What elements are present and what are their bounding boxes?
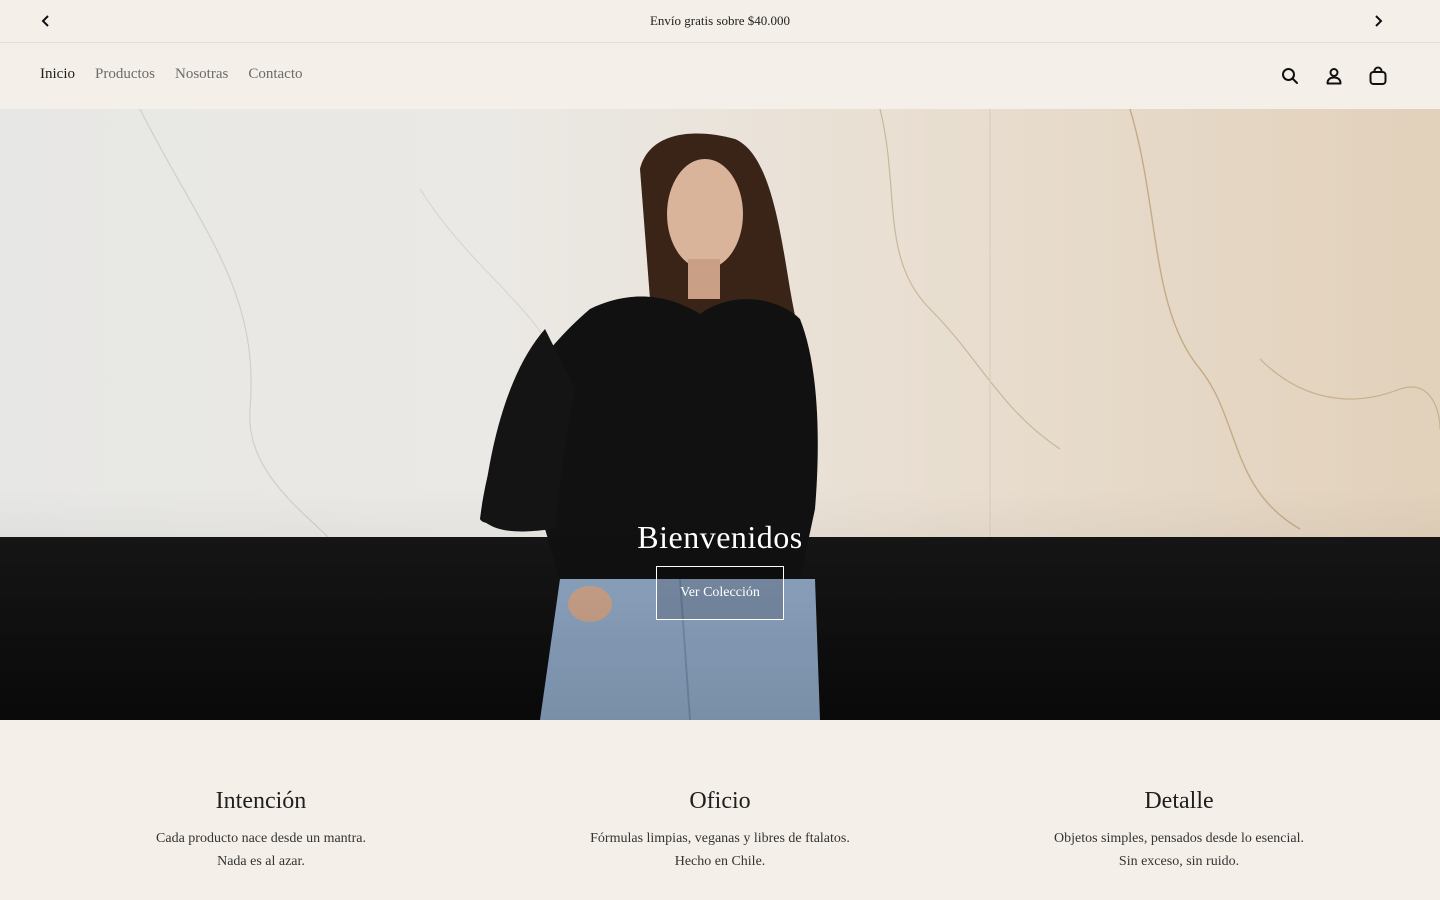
hero-banner: Bienvenidos Ver Colección [0, 109, 1440, 720]
header-icons [1278, 64, 1390, 88]
nav-item-inicio[interactable]: Inicio [40, 66, 75, 83]
chevron-left-icon [41, 15, 49, 27]
value-detalle: Detalle Objetos simples, pensados desde … [999, 788, 1359, 873]
cart-icon [1369, 66, 1387, 85]
value-line: Sin exceso, sin ruido. [1118, 854, 1240, 869]
search-icon [1282, 68, 1298, 84]
announcement-text: Envío gratis sobre $40.000 [649, 13, 791, 28]
value-title: Intención [215, 788, 307, 814]
value-oficio: Oficio Fórmulas limpias, veganas y libre… [540, 788, 900, 873]
view-collection-button[interactable]: Ver Colección [656, 566, 784, 620]
announcement-next-button[interactable] [1367, 10, 1389, 32]
value-line: Objetos simples, pensados desde lo esenc… [1053, 831, 1304, 846]
value-intencion: Intención Cada producto nace desde un ma… [81, 788, 441, 873]
announcement-prev-button[interactable] [35, 10, 57, 32]
account-button[interactable] [1322, 64, 1346, 88]
value-line: Fórmulas limpias, veganas y libres de ft… [590, 831, 850, 846]
value-line: Cada producto nace desde un mantra. [156, 831, 366, 846]
value-line: Nada es al azar. [217, 854, 305, 869]
announcement-bar: Envío gratis sobre $40.000 [0, 0, 1440, 43]
site-header: Inicio Productos Nosotras Contacto [0, 43, 1440, 109]
nav-item-productos[interactable]: Productos [95, 66, 155, 83]
chevron-right-icon [1375, 15, 1383, 27]
nav-item-contacto[interactable]: Contacto [248, 66, 302, 83]
nav-item-nosotras[interactable]: Nosotras [175, 66, 228, 83]
cart-button[interactable] [1366, 64, 1390, 88]
values-section: Intención Cada producto nace desde un ma… [0, 720, 1440, 900]
search-button[interactable] [1278, 64, 1302, 88]
value-title: Detalle [1144, 788, 1214, 814]
main-nav: Inicio Productos Nosotras Contacto [40, 66, 302, 83]
account-icon [1326, 68, 1342, 85]
value-title: Oficio [689, 788, 751, 814]
hero-title: Bienvenidos [637, 519, 803, 555]
value-line: Hecho en Chile. [674, 854, 766, 869]
